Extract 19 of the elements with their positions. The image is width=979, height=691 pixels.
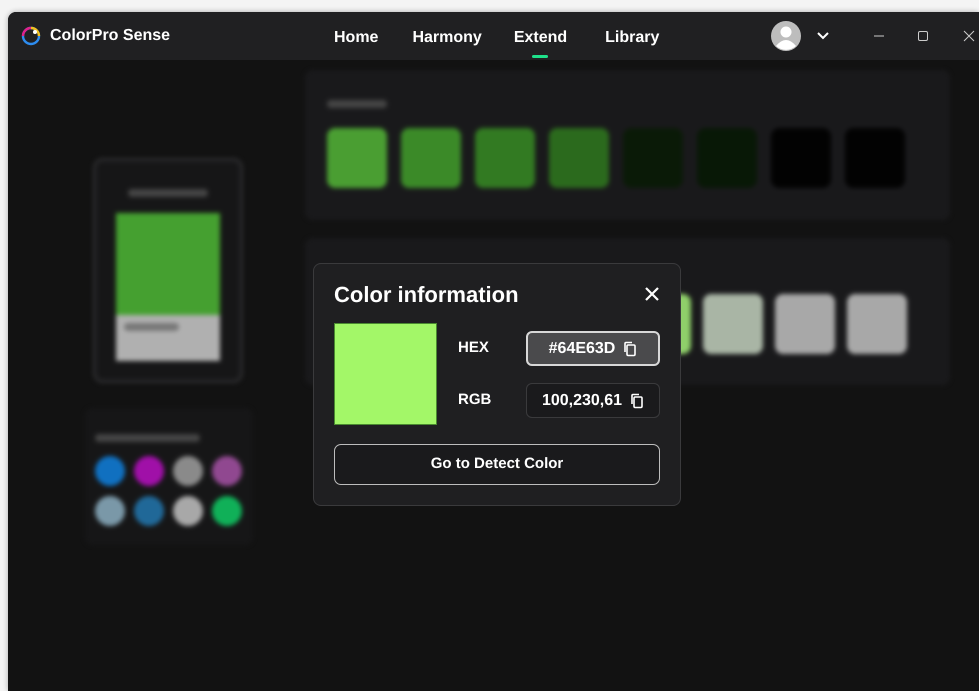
copy-icon[interactable] [630, 392, 644, 408]
close-icon [963, 30, 975, 42]
nav-tab[interactable]: Extend [514, 18, 568, 58]
nav-tab[interactable]: Library [605, 18, 660, 58]
nav-tab[interactable]: Harmony [412, 18, 482, 58]
field-label: HEX [458, 338, 490, 358]
value-field[interactable]: 100,230,61 [526, 383, 660, 418]
logo-icon [21, 26, 41, 46]
dialog-title: Color information [334, 281, 519, 309]
avatar-icon[interactable] [771, 21, 802, 51]
app-title: ColorPro Sense [50, 26, 172, 46]
maximize-icon [917, 30, 929, 42]
blurred-text [327, 100, 387, 108]
value-field[interactable]: #64E63D [526, 331, 660, 366]
nav-tab[interactable]: Home [334, 18, 378, 58]
field-label: RGB [458, 390, 492, 410]
detect-color-button[interactable]: Go to Detect Color [334, 444, 660, 485]
chevron-down-icon[interactable] [816, 31, 830, 41]
copy-icon[interactable] [623, 340, 638, 356]
